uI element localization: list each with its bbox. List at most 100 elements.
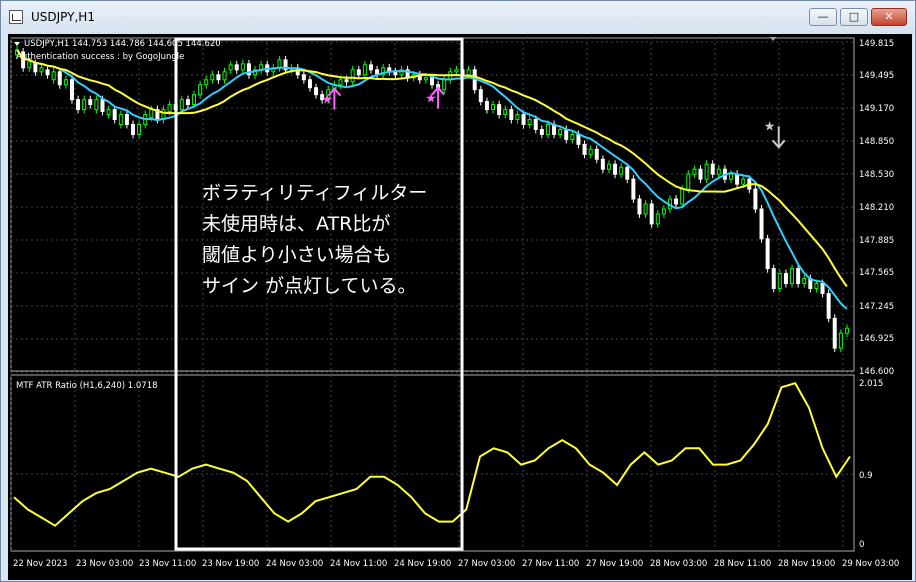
candle-body bbox=[704, 163, 709, 180]
time-label: 27 Nov 03:00 bbox=[458, 559, 515, 569]
chart-area[interactable]: ★ ★ ★ 149.815 149.495 149.170 148.850 148.… bbox=[8, 34, 912, 580]
time-label: 28 Nov 19:00 bbox=[778, 559, 835, 569]
time-label: 22 Nov 2023 bbox=[13, 559, 67, 569]
candle-body bbox=[594, 148, 599, 160]
window-titlebar[interactable]: USDJPY,H1 — □ ✕ bbox=[1, 1, 915, 34]
candle-body bbox=[57, 71, 62, 86]
candle-body bbox=[368, 64, 373, 71]
candle-body bbox=[503, 109, 508, 116]
candle-body bbox=[661, 208, 666, 215]
time-label: 29 Nov 03:00 bbox=[842, 559, 899, 569]
candle-body bbox=[393, 71, 398, 76]
candle-body bbox=[613, 163, 618, 175]
candle-body bbox=[69, 79, 74, 101]
candle-body bbox=[582, 143, 587, 155]
collapse-arrow-icon[interactable] bbox=[14, 42, 20, 46]
candle-body bbox=[777, 273, 782, 289]
candle-body bbox=[277, 59, 282, 69]
candle-body bbox=[210, 74, 215, 81]
annotation-line: 閾値より小さい場合も bbox=[202, 244, 392, 266]
time-label: 24 Nov 19:00 bbox=[394, 559, 451, 569]
candle-body bbox=[63, 79, 68, 86]
candle-body bbox=[344, 79, 349, 83]
candle-body bbox=[686, 173, 691, 190]
maximize-button[interactable]: □ bbox=[840, 8, 868, 26]
candle-body bbox=[606, 163, 611, 170]
candle-body bbox=[88, 99, 93, 106]
scroll-marker-icon[interactable] bbox=[770, 37, 776, 41]
price-label: 149.170 bbox=[859, 104, 894, 114]
candle-body bbox=[600, 158, 605, 170]
candle-body bbox=[185, 99, 190, 106]
candle-body bbox=[478, 89, 483, 103]
price-axis: 149.815 149.495 149.170 148.850 148.530 … bbox=[859, 39, 894, 377]
close-button[interactable]: ✕ bbox=[871, 8, 907, 26]
candle-body bbox=[783, 273, 788, 285]
candle-body bbox=[838, 332, 843, 349]
candle-body bbox=[497, 104, 502, 116]
candle-body bbox=[124, 114, 129, 125]
candle-body bbox=[643, 203, 648, 215]
candle-body bbox=[796, 268, 801, 285]
candle-body bbox=[509, 109, 514, 121]
price-label: 146.600 bbox=[859, 367, 894, 377]
candle-body bbox=[491, 104, 496, 111]
candle-body bbox=[234, 64, 239, 71]
candle-body bbox=[338, 79, 343, 86]
time-label: 23 Nov 11:00 bbox=[139, 559, 196, 569]
candle-body bbox=[802, 278, 807, 285]
price-label: 147.885 bbox=[859, 236, 894, 246]
annotation-line: ボラティリティフィルター bbox=[202, 182, 427, 204]
candle-body bbox=[423, 77, 428, 81]
candle-body bbox=[680, 188, 685, 205]
price-label: 148.850 bbox=[859, 137, 894, 147]
candle-body bbox=[820, 283, 825, 294]
star-icon: ★ bbox=[425, 92, 437, 107]
price-label: 149.495 bbox=[859, 71, 894, 81]
price-label: 147.245 bbox=[859, 302, 894, 312]
candle-body bbox=[844, 327, 849, 334]
candle-body bbox=[521, 114, 526, 125]
candle-body bbox=[204, 79, 209, 86]
moving-averages bbox=[16, 49, 848, 310]
candle-body bbox=[558, 128, 563, 135]
annotation-line: サイン が点灯している。 bbox=[202, 275, 416, 297]
candle-body bbox=[564, 128, 569, 140]
atr-scale-label: 0 bbox=[859, 540, 864, 550]
candle-body bbox=[533, 119, 538, 130]
candle-body bbox=[710, 163, 715, 175]
candle-body bbox=[33, 63, 38, 73]
candle-body bbox=[240, 63, 245, 71]
candle-body bbox=[149, 109, 154, 119]
auth-status: Authentication success : by GogoJungle bbox=[16, 52, 184, 62]
candle-body bbox=[484, 101, 489, 111]
candle-body bbox=[753, 188, 758, 210]
candle-body bbox=[692, 168, 697, 175]
candle-body bbox=[454, 69, 459, 73]
candle-body bbox=[100, 99, 105, 113]
time-label: 27 Nov 11:00 bbox=[522, 559, 579, 569]
minimize-button[interactable]: — bbox=[809, 8, 837, 26]
candle-body bbox=[442, 79, 447, 91]
atr-ratio-line bbox=[13, 382, 851, 527]
candle-body bbox=[814, 283, 819, 289]
candle-body bbox=[527, 119, 532, 125]
atr-indicator-header: MTF ATR Ratio (H1,6,240) 1.0718 bbox=[16, 381, 158, 391]
time-label: 23 Nov 19:00 bbox=[202, 559, 259, 569]
candle-body bbox=[307, 79, 312, 89]
candle-body bbox=[82, 99, 87, 111]
candle-body bbox=[826, 292, 831, 319]
candle-body bbox=[655, 213, 660, 225]
time-axis: 22 Nov 2023 23 Nov 03:00 23 Nov 11:00 23… bbox=[13, 559, 899, 569]
candle-body bbox=[625, 166, 630, 180]
candle-body bbox=[192, 94, 197, 106]
candle-body bbox=[765, 238, 770, 270]
candle-body bbox=[314, 87, 319, 96]
candle-body bbox=[539, 128, 544, 135]
candle-body bbox=[94, 99, 99, 111]
candle-body bbox=[27, 61, 32, 69]
candle-body bbox=[356, 69, 361, 76]
candle-body bbox=[759, 208, 764, 240]
candle-body bbox=[515, 114, 520, 121]
candle-body bbox=[729, 173, 734, 180]
